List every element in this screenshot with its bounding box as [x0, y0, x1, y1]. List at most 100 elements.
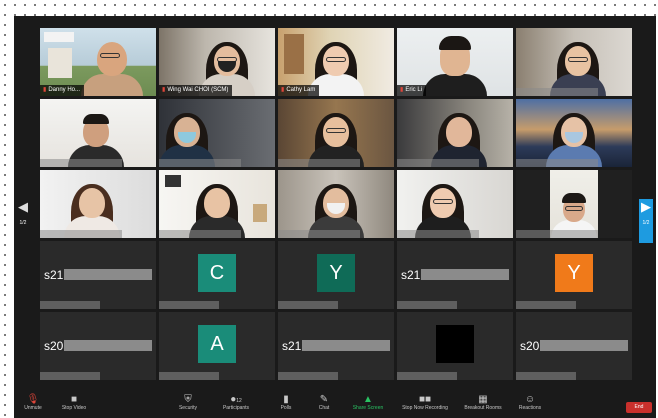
avatar: A: [198, 325, 236, 363]
university-logo: [44, 32, 74, 42]
participant-tile[interactable]: ▮ Cathy Lam: [278, 28, 394, 96]
name-label: ▮ Danny Ho...: [40, 85, 84, 96]
video-feed: [516, 28, 632, 96]
participant-tile[interactable]: ▮ Wing Wai CHOI (SCM): [159, 28, 275, 96]
name-label-redacted: [516, 372, 576, 380]
participant-tile[interactable]: [40, 170, 156, 238]
name-label-redacted: [159, 301, 219, 309]
video-feed: [278, 170, 394, 238]
next-page-indicator: 1/2: [642, 220, 650, 226]
participant-tile[interactable]: A: [159, 312, 275, 380]
video-feed: [40, 170, 156, 238]
participant-tile[interactable]: [40, 99, 156, 167]
name-redacted: [64, 340, 152, 351]
name-label-redacted: [397, 372, 457, 380]
name-redacted: [421, 269, 509, 280]
participant-name-text: s21: [282, 339, 302, 353]
microphone-muted-icon: ▮: [281, 87, 285, 93]
name-label-redacted: [40, 301, 100, 309]
name-redacted: [540, 340, 628, 351]
participant-tile[interactable]: Y: [516, 241, 632, 309]
end-meeting-button[interactable]: End: [626, 402, 652, 413]
participant-tile[interactable]: s21: [40, 241, 156, 309]
stop-recording-button[interactable]: ■■ Stop Now Recording: [400, 394, 450, 416]
participant-name-text: s21: [401, 268, 421, 282]
participant-tile[interactable]: ▮ Danny Ho...: [40, 28, 156, 96]
video-feed: [397, 170, 513, 238]
participants-button[interactable]: ●12 Participants: [214, 394, 258, 416]
participant-tile[interactable]: [397, 99, 513, 167]
microphone-muted-icon: ▮: [43, 87, 47, 93]
unmute-button[interactable]: 🎙 Unmute: [18, 394, 48, 416]
participant-tile[interactable]: ▮ Eric Li: [397, 28, 513, 96]
microphone-muted-icon: ▮: [162, 87, 166, 93]
video-feed: [550, 170, 598, 238]
avatar: C: [198, 254, 236, 292]
participant-tile[interactable]: [159, 170, 275, 238]
gallery-grid: ▮ Danny Ho... ▮ Wing Wai CHOI (SCM) ▮ Cathy…: [40, 28, 632, 380]
avatar: Y: [555, 254, 593, 292]
name-label: ▮ Wing Wai CHOI (SCM): [159, 85, 233, 96]
participant-tile[interactable]: [516, 170, 632, 238]
chat-button[interactable]: ✎ Chat: [312, 394, 336, 416]
desk-object: [253, 204, 267, 222]
name-label-redacted: [516, 230, 598, 238]
share-screen-button[interactable]: ▲ Share Screen: [348, 394, 388, 416]
stop-video-button[interactable]: ■ Stop Video: [56, 394, 92, 416]
zoom-meeting-window: ◀ 1/2 ▶ 1/2 ▮ Danny Ho... ▮ Wing Wai CHO…: [14, 16, 656, 418]
participant-name-text: s20: [520, 339, 540, 353]
name-label-redacted: [40, 230, 122, 238]
participant-tile[interactable]: [516, 28, 632, 96]
polls-button[interactable]: ▮ Polls: [274, 394, 298, 416]
name-label-redacted: [516, 301, 576, 309]
name-label: ▮ Cathy Lam: [278, 85, 320, 96]
building-image: [48, 48, 72, 78]
participant-tile[interactable]: s20: [40, 312, 156, 380]
name-label-redacted: [516, 159, 598, 167]
participant-tile[interactable]: [397, 170, 513, 238]
participant-tile[interactable]: s21: [397, 241, 513, 309]
participant-tile[interactable]: [278, 99, 394, 167]
participant-tile[interactable]: [516, 99, 632, 167]
microphone-muted-icon: ▮: [400, 87, 404, 93]
prev-page-indicator: 1/2: [19, 220, 27, 226]
meeting-toolbar: 🎙 Unmute ■ Stop Video ⛨ Security ●12 Partici…: [14, 388, 656, 418]
reactions-button[interactable]: ☺ Reactions: [514, 394, 546, 416]
name-label-redacted: [397, 301, 457, 309]
name-label: ▮ Eric Li: [397, 85, 426, 96]
name-label-redacted: [159, 372, 219, 380]
name-label-redacted: [40, 372, 100, 380]
video-feed: [40, 99, 156, 167]
name-label-redacted: [40, 159, 122, 167]
participant-tile[interactable]: [397, 312, 513, 380]
video-feed: [159, 99, 275, 167]
participant-tile[interactable]: C: [159, 241, 275, 309]
name-label-redacted: [278, 301, 338, 309]
video-feed: [397, 99, 513, 167]
participant-tile[interactable]: [278, 170, 394, 238]
participant-tile[interactable]: Y: [278, 241, 394, 309]
name-redacted: [64, 269, 152, 280]
bookshelf: [284, 34, 304, 74]
security-button[interactable]: ⛨ Security: [174, 394, 202, 416]
wall-picture: [165, 175, 181, 187]
breakout-rooms-button[interactable]: ▦ Breakout Rooms: [460, 394, 506, 416]
name-label-redacted: [516, 88, 598, 96]
participant-person: [81, 42, 143, 96]
participant-tile[interactable]: [159, 99, 275, 167]
video-feed: [516, 99, 632, 167]
name-label-redacted: [159, 159, 241, 167]
avatar: [436, 325, 474, 363]
name-label-redacted: [159, 230, 241, 238]
participant-tile[interactable]: s20: [516, 312, 632, 380]
name-label-redacted: [278, 230, 360, 238]
participant-tile[interactable]: s21: [278, 312, 394, 380]
name-label-redacted: [397, 159, 479, 167]
name-label-redacted: [397, 230, 479, 238]
prev-page-arrow[interactable]: ◀ 1/2: [16, 199, 30, 243]
name-label-redacted: [278, 372, 338, 380]
next-page-arrow[interactable]: ▶ 1/2: [639, 199, 653, 243]
video-feed: [278, 99, 394, 167]
avatar: Y: [317, 254, 355, 292]
video-feed: [159, 170, 275, 238]
